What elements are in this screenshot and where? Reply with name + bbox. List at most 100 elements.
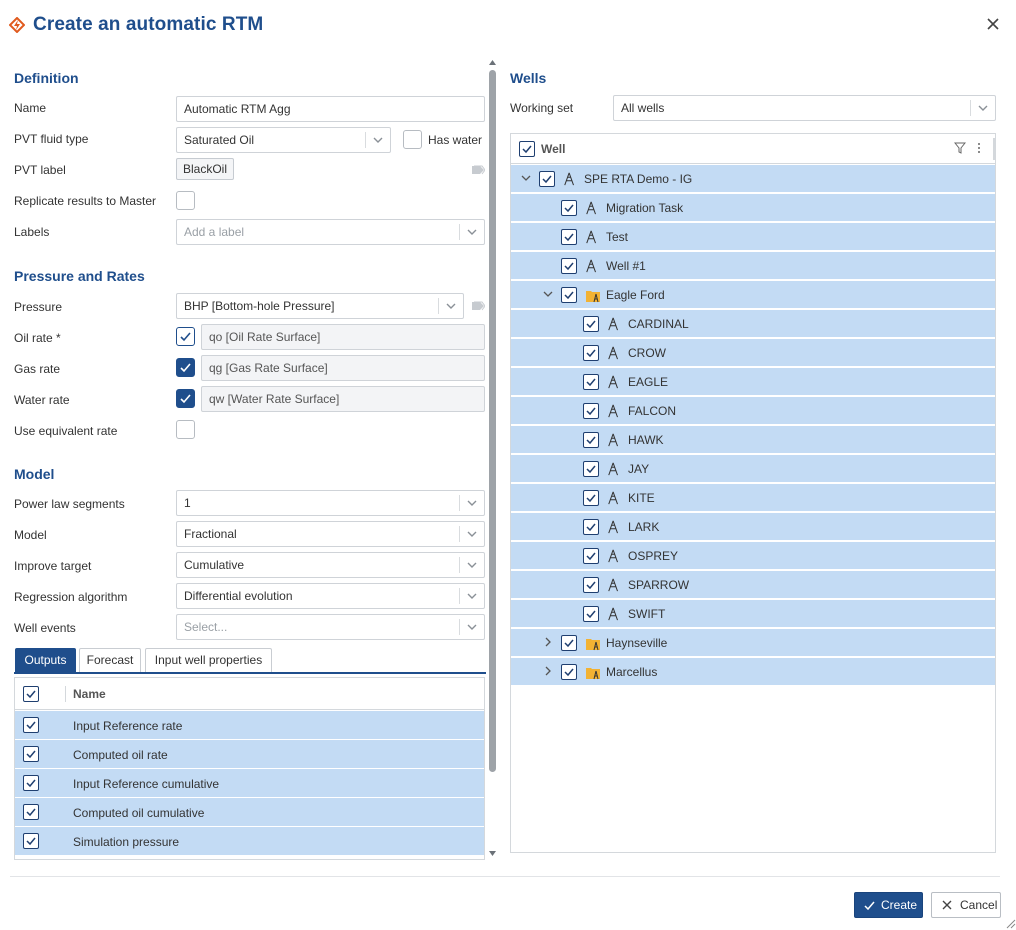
tree-well-row[interactable]: CARDINAL — [511, 310, 995, 338]
output-row[interactable]: Computed oil rate — [15, 740, 484, 769]
folder-well-icon — [586, 291, 600, 303]
resize-grip-icon[interactable] — [1006, 919, 1016, 929]
well-column-header[interactable]: Well — [541, 142, 565, 156]
output-row-checkbox[interactable] — [23, 717, 39, 733]
gas-rate-checkbox[interactable] — [176, 358, 195, 377]
power-law-select[interactable]: 1 — [176, 490, 485, 516]
tree-row-checkbox[interactable] — [583, 345, 599, 361]
tree-well-row[interactable]: KITE — [511, 484, 995, 512]
output-row-checkbox[interactable] — [23, 804, 39, 820]
pvt-fluid-select[interactable]: Saturated Oil — [176, 127, 391, 153]
chevron-right-icon[interactable] — [543, 637, 553, 647]
gas-rate-label: Gas rate — [14, 362, 61, 376]
tree-well-row[interactable]: HAWK — [511, 426, 995, 454]
tree-row-checkbox[interactable] — [561, 635, 577, 651]
tree-folder-row[interactable]: Marcellus — [511, 658, 995, 686]
rtm-settings-form: Definition Name Automatic RTM Agg PVT fl… — [14, 60, 486, 860]
scroll-down-icon[interactable] — [488, 850, 497, 858]
tree-row-checkbox[interactable] — [583, 577, 599, 593]
scroll-up-icon[interactable] — [488, 58, 497, 66]
tab-outputs[interactable]: Outputs — [15, 648, 76, 672]
tree-well-row[interactable]: EAGLE — [511, 368, 995, 396]
gas-rate-field[interactable]: qg [Gas Rate Surface] — [201, 355, 485, 381]
create-button[interactable]: Create — [854, 892, 923, 918]
tree-row-checkbox[interactable] — [583, 461, 599, 477]
output-row-checkbox[interactable] — [23, 833, 39, 849]
tree-row-checkbox[interactable] — [561, 229, 577, 245]
tree-row-checkbox[interactable] — [583, 403, 599, 419]
tree-well-row[interactable]: SWIFT — [511, 600, 995, 628]
tree-well-row[interactable]: Migration Task — [511, 194, 995, 222]
tree-well-row[interactable]: OSPREY — [511, 542, 995, 570]
output-row-checkbox[interactable] — [23, 775, 39, 791]
chevron-down-icon[interactable] — [543, 289, 553, 299]
tree-row-checkbox[interactable] — [561, 200, 577, 216]
tree-well-row[interactable]: Test — [511, 223, 995, 251]
regression-select[interactable]: Differential evolution — [176, 583, 485, 609]
filter-icon[interactable] — [954, 142, 966, 154]
select-all-wells-checkbox[interactable] — [519, 141, 535, 157]
pvt-fluid-value: Saturated Oil — [184, 133, 255, 147]
chevron-down-icon[interactable] — [521, 173, 531, 183]
oil-rate-checkbox[interactable] — [176, 327, 195, 346]
tree-row-checkbox[interactable] — [583, 490, 599, 506]
tree-row-checkbox[interactable] — [561, 258, 577, 274]
tree-folder-row[interactable]: Eagle Ford — [511, 281, 995, 309]
replicate-checkbox[interactable] — [176, 191, 195, 210]
chevron-down-icon — [467, 500, 477, 506]
tree-well-row[interactable]: FALCON — [511, 397, 995, 425]
pressure-select[interactable]: BHP [Bottom-hole Pressure] — [176, 293, 464, 319]
cancel-button[interactable]: Cancel — [931, 892, 1001, 918]
equiv-rate-checkbox[interactable] — [176, 420, 195, 439]
replicate-label: Replicate results to Master — [14, 194, 157, 208]
tree-row-checkbox[interactable] — [583, 316, 599, 332]
tree-row-checkbox[interactable] — [583, 432, 599, 448]
tree-row-checkbox[interactable] — [583, 374, 599, 390]
tree-row-checkbox[interactable] — [583, 548, 599, 564]
cancel-button-label: Cancel — [960, 898, 998, 912]
tab-forecast[interactable]: Forecast — [79, 648, 141, 672]
output-row[interactable]: Input Reference cumulative — [15, 769, 484, 798]
model-select[interactable]: Fractional — [176, 521, 485, 547]
form-scrollbar[interactable] — [488, 58, 497, 860]
working-set-select[interactable]: All wells — [613, 95, 996, 121]
water-rate-checkbox[interactable] — [176, 389, 195, 408]
tree-row-checkbox[interactable] — [583, 519, 599, 535]
close-button[interactable] — [984, 14, 1002, 34]
chevron-down-icon — [467, 531, 477, 537]
has-water-checkbox[interactable] — [403, 130, 422, 149]
checkmark-icon — [586, 349, 596, 358]
improve-target-select[interactable]: Cumulative — [176, 552, 485, 578]
output-row[interactable]: Simulation pressure — [15, 827, 484, 856]
tab-input-well-properties[interactable]: Input well properties — [145, 648, 272, 672]
tree-well-row[interactable]: SPARROW — [511, 571, 995, 599]
regression-label: Regression algorithm — [14, 590, 128, 604]
oil-rate-field[interactable]: qo [Oil Rate Surface] — [201, 324, 485, 350]
select-separator — [459, 526, 460, 542]
tree-well-row[interactable]: Well #1 — [511, 252, 995, 280]
tree-row-label: Haynseville — [606, 636, 668, 650]
select-all-outputs-checkbox[interactable] — [23, 686, 39, 702]
tree-well-row[interactable]: CROW — [511, 339, 995, 367]
tree-row-checkbox[interactable] — [583, 606, 599, 622]
tree-well-row[interactable]: JAY — [511, 455, 995, 483]
tree-row-checkbox[interactable] — [561, 664, 577, 680]
model-value: Fractional — [184, 527, 237, 541]
water-rate-field[interactable]: qw [Water Rate Surface] — [201, 386, 485, 412]
scroll-thumb[interactable] — [489, 70, 496, 772]
tree-row-checkbox[interactable] — [561, 287, 577, 303]
tree-well-row[interactable]: SPE RTA Demo - IG — [511, 165, 995, 193]
column-menu-icon[interactable] — [976, 142, 982, 154]
tree-row-label: CROW — [628, 346, 666, 360]
labels-select[interactable]: Add a label — [176, 219, 485, 245]
name-input[interactable]: Automatic RTM Agg — [176, 96, 485, 122]
well-events-select[interactable]: Select... — [176, 614, 485, 640]
outputs-name-column-header[interactable]: Name — [73, 687, 106, 701]
output-row-checkbox[interactable] — [23, 746, 39, 762]
tree-folder-row[interactable]: Haynseville — [511, 629, 995, 657]
output-row[interactable]: Computed oil cumulative — [15, 798, 484, 827]
chevron-right-icon[interactable] — [543, 666, 553, 676]
tree-well-row[interactable]: LARK — [511, 513, 995, 541]
output-row[interactable]: Input Reference rate — [15, 711, 484, 740]
tree-row-checkbox[interactable] — [539, 171, 555, 187]
